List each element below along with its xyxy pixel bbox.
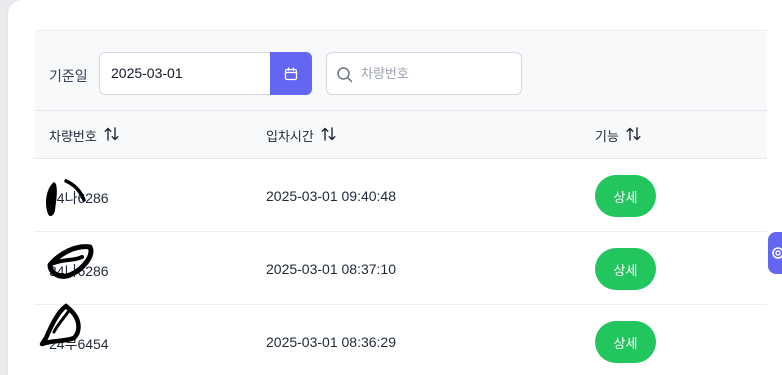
column-header-label: 기능	[595, 129, 619, 144]
column-header-plate[interactable]: 차량번호	[49, 126, 120, 145]
table-header: 차량번호 입차시간 기능	[35, 110, 767, 159]
sort-icon	[321, 127, 337, 144]
column-header-label: 입차시간	[266, 129, 314, 144]
detail-button[interactable]: 상세	[595, 248, 656, 290]
entry-time: 2025-03-01 08:36:29	[266, 334, 396, 350]
calendar-icon	[284, 66, 298, 80]
sort-icon	[104, 127, 120, 144]
table-row: 34나6286 2025-03-01 09:40:48 상세	[35, 159, 767, 232]
detail-button[interactable]: 상세	[595, 321, 656, 363]
entry-time: 2025-03-01 08:37:10	[266, 261, 396, 277]
entry-time: 2025-03-01 09:40:48	[266, 188, 396, 204]
column-header-action[interactable]: 기능	[595, 126, 642, 145]
plate-number: 34나6286	[49, 263, 109, 279]
column-header-entry-time[interactable]: 입차시간	[266, 126, 337, 145]
sort-icon	[626, 127, 642, 144]
calendar-button[interactable]	[270, 52, 312, 95]
gear-icon	[772, 247, 782, 259]
column-header-label: 차량번호	[49, 129, 97, 144]
plate-number: 24부6454	[49, 336, 109, 352]
search-icon	[337, 67, 353, 83]
search-input[interactable]	[361, 54, 516, 93]
detail-button[interactable]: 상세	[595, 175, 656, 217]
table-row: 24부6454 2025-03-01 08:36:29 상세	[35, 305, 767, 375]
search-box	[326, 52, 522, 95]
settings-side-tab[interactable]	[768, 232, 782, 274]
filter-bar: 기준일 2025-03-01	[35, 30, 767, 110]
filter-label: 기준일	[49, 68, 88, 84]
table-row: 34나6286 2025-03-01 08:37:10 상세	[35, 232, 767, 305]
plate-number: 34나6286	[49, 190, 109, 206]
date-input[interactable]: 2025-03-01	[99, 52, 271, 95]
